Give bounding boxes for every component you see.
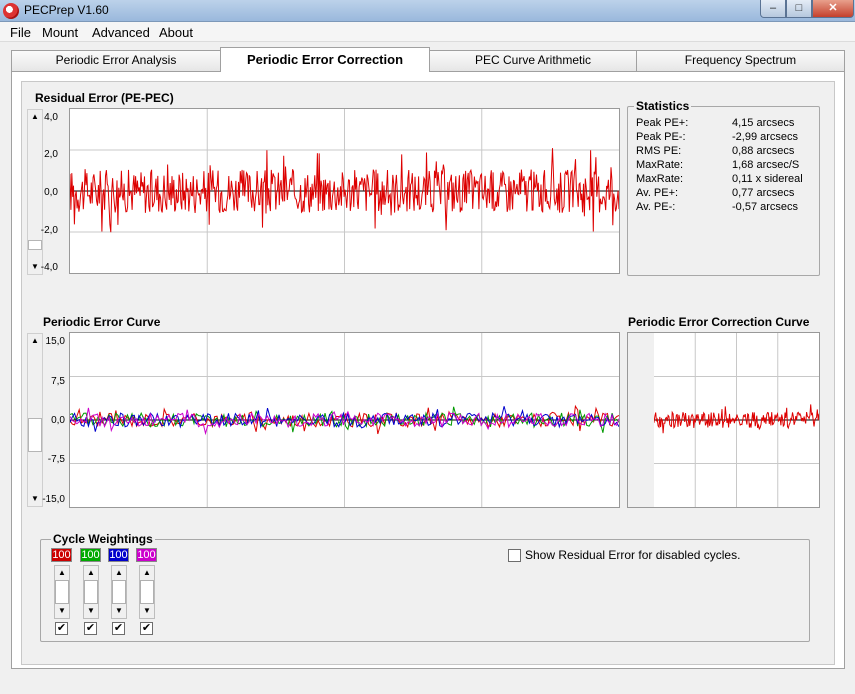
tab-periodic-error-correction[interactable]: Periodic Error Correction (220, 47, 430, 72)
stat-value: 0,11 x sidereal (732, 173, 803, 185)
menu-file[interactable]: File (10, 25, 31, 40)
residual-title: Residual Error (PE-PEC) (35, 91, 174, 105)
cycle-weight-box[interactable]: 100 (51, 548, 72, 562)
y-tick-label: -15,0 (42, 494, 65, 505)
pec-curve-title: Periodic Error Correction Curve (628, 315, 810, 329)
maximize-button[interactable]: □ (786, 0, 812, 18)
residual-error-plot (69, 108, 620, 274)
window-title: PECPrep V1.60 (24, 3, 109, 17)
scroll-down-button[interactable]: ▼ (84, 604, 98, 618)
stat-label: Peak PE-: (636, 131, 686, 143)
y-tick-label: 15,0 (45, 336, 65, 347)
y-tick-label: -2,0 (40, 225, 58, 236)
tab-periodic-error-analysis[interactable]: Periodic Error Analysis (11, 50, 221, 71)
scroll-thumb[interactable] (28, 240, 42, 250)
stat-label: MaxRate: (636, 159, 684, 171)
pec-axis-area (627, 332, 654, 508)
tab-pec-curve-arithmetic[interactable]: PEC Curve Arithmetic (429, 50, 637, 71)
y-tick-label: 2,0 (44, 149, 58, 160)
y-tick-label: 7,5 (51, 376, 65, 387)
stat-value: 4,15 arcsecs (732, 117, 795, 129)
stat-value: 0,88 arcsecs (732, 145, 795, 157)
stat-value: -2,99 arcsecs (732, 131, 799, 143)
stat-label: Peak PE+: (636, 117, 689, 129)
cycle-weight-slider[interactable]: ▲ ▼ (111, 565, 127, 619)
menu-bar: File Mount Advanced About (0, 22, 855, 42)
cycle-enable-checkbox[interactable]: ✔ (140, 622, 153, 635)
scroll-up-button[interactable]: ▲ (140, 566, 154, 580)
scroll-down-button[interactable]: ▼ (112, 604, 126, 618)
cycle-weight-box[interactable]: 100 (136, 548, 157, 562)
stat-label: Av. PE-: (636, 201, 676, 213)
scroll-thumb[interactable] (55, 580, 69, 604)
y-tick-label: -7,5 (47, 454, 65, 465)
scroll-thumb[interactable] (84, 580, 98, 604)
minimize-button[interactable]: – (760, 0, 786, 18)
scroll-up-button[interactable]: ▲ (112, 566, 126, 580)
scroll-thumb[interactable] (140, 580, 154, 604)
cycle-weight-box[interactable]: 100 (108, 548, 129, 562)
scroll-up-button[interactable]: ▲ (84, 566, 98, 580)
cycle-weight-slider[interactable]: ▲ ▼ (139, 565, 155, 619)
cycle-weight-box[interactable]: 100 (80, 548, 101, 562)
app-icon (3, 3, 19, 19)
menu-about[interactable]: About (159, 25, 193, 40)
show-residual-label: Show Residual Error for disabled cycles. (525, 548, 741, 562)
stat-value: 1,68 arcsec/S (732, 159, 800, 171)
menu-mount[interactable]: Mount (42, 25, 78, 40)
y-tick-label: 0,0 (51, 415, 65, 426)
cycle-weight-slider[interactable]: ▲ ▼ (54, 565, 70, 619)
show-residual-checkbox[interactable] (508, 549, 521, 562)
stat-label: RMS PE: (636, 145, 682, 157)
scroll-down-button[interactable]: ▼ (55, 604, 69, 618)
cycle-enable-checkbox[interactable]: ✔ (84, 622, 97, 635)
scroll-down-button[interactable]: ▼ (140, 604, 154, 618)
cycle-weightings-title: Cycle Weightings (51, 532, 155, 546)
statistics-group: Statistics Peak PE+: 4,15 arcsecs Peak P… (627, 99, 820, 276)
y-tick-label: -4,0 (40, 262, 58, 273)
stat-label: Av. PE+: (636, 187, 679, 199)
pe-curve-title: Periodic Error Curve (43, 315, 161, 329)
y-tick-label: 4,0 (44, 112, 58, 123)
cycle-enable-checkbox[interactable]: ✔ (112, 622, 125, 635)
stat-value: -0,57 arcsecs (732, 201, 799, 213)
close-button[interactable]: ✕ (812, 0, 854, 18)
cycle-enable-checkbox[interactable]: ✔ (55, 622, 68, 635)
statistics-title: Statistics (634, 99, 692, 113)
cycle-weight-slider[interactable]: ▲ ▼ (83, 565, 99, 619)
title-bar: PECPrep V1.60 – □ ✕ (0, 0, 855, 22)
stat-value: 0,77 arcsecs (732, 187, 795, 199)
scroll-up-button[interactable]: ▲ (55, 566, 69, 580)
menu-advanced[interactable]: Advanced (92, 25, 150, 40)
periodic-error-plot (69, 332, 620, 508)
pec-correction-plot (653, 332, 820, 508)
tab-frequency-spectrum[interactable]: Frequency Spectrum (636, 50, 845, 71)
y-tick-label: 0,0 (44, 187, 58, 198)
stat-label: MaxRate: (636, 173, 684, 185)
scroll-thumb[interactable] (112, 580, 126, 604)
